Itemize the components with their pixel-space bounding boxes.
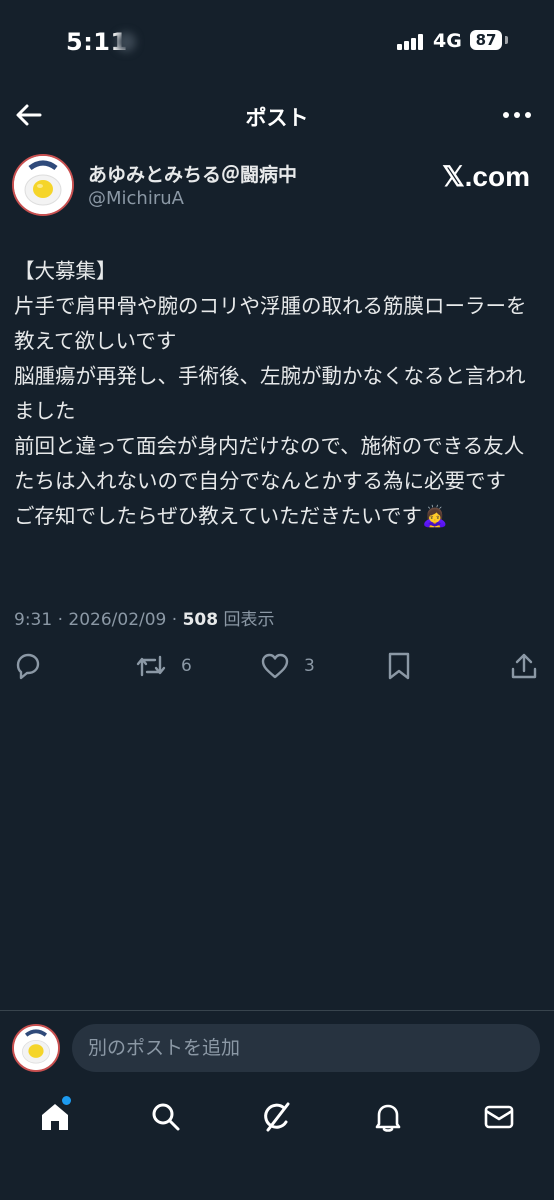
avatar-egg-image bbox=[14, 156, 72, 214]
post-line: 片手で肩甲骨や腕のコリや浮腫の取れる筋膜ローラーを教えて欲しいです bbox=[14, 294, 527, 353]
battery-level: 87 bbox=[475, 31, 497, 49]
post-timestamp: 9:31 · 2026/02/09 · bbox=[14, 610, 183, 630]
nav-messages[interactable] bbox=[482, 1100, 516, 1134]
reply-button[interactable] bbox=[12, 648, 42, 684]
home-icon bbox=[42, 1104, 68, 1130]
heart-icon bbox=[261, 653, 289, 679]
like-count: 3 bbox=[304, 656, 315, 676]
mail-icon bbox=[484, 1105, 514, 1129]
my-avatar bbox=[12, 1024, 60, 1072]
home-badge-dot bbox=[62, 1096, 71, 1105]
post-line: 【大募集】 bbox=[14, 259, 117, 283]
views-count[interactable]: 508 bbox=[183, 610, 219, 630]
post-line: ご存知でしたらぜひ教えていただきたいです🙇‍♀️ bbox=[14, 504, 448, 528]
author-handle[interactable]: @MichiruA bbox=[88, 188, 184, 209]
cellular-signal-icon bbox=[397, 34, 425, 50]
network-type: 4G bbox=[433, 30, 462, 52]
retweet-button[interactable]: 6 bbox=[135, 648, 192, 684]
top-header: ポスト bbox=[0, 90, 554, 140]
nav-home[interactable] bbox=[38, 1100, 72, 1134]
bookmark-icon bbox=[388, 652, 410, 680]
bell-icon bbox=[375, 1104, 401, 1132]
divider bbox=[0, 1010, 554, 1011]
author-avatar[interactable] bbox=[12, 154, 74, 216]
more-dots-icon bbox=[503, 112, 531, 118]
post-text: 【大募集】 片手で肩甲骨や腕のコリや浮腫の取れる筋膜ローラーを教えて欲しいです … bbox=[14, 254, 540, 534]
reply-icon bbox=[16, 653, 40, 680]
post-meta: 9:31 · 2026/02/09 · 508 回表示 bbox=[14, 605, 275, 630]
status-indicator-blurred bbox=[116, 32, 136, 52]
search-icon bbox=[152, 1103, 180, 1131]
nav-grok[interactable] bbox=[260, 1100, 294, 1134]
add-post-input[interactable]: 別のポストを追加 bbox=[72, 1024, 540, 1072]
x-com-badge: 𝕏.com bbox=[442, 161, 530, 192]
post-actions: 6 3 bbox=[0, 648, 554, 684]
retweet-count: 6 bbox=[181, 656, 192, 676]
retweet-icon bbox=[136, 655, 166, 677]
share-button[interactable] bbox=[510, 648, 538, 684]
nav-notifications[interactable] bbox=[371, 1100, 405, 1134]
like-button[interactable]: 3 bbox=[260, 648, 315, 684]
views-label: 回表示 bbox=[218, 610, 275, 630]
bookmark-button[interactable] bbox=[386, 648, 412, 684]
battery-icon: 87 bbox=[470, 30, 502, 50]
page-title: ポスト bbox=[245, 106, 309, 130]
grok-icon bbox=[264, 1102, 290, 1132]
more-button[interactable] bbox=[500, 100, 534, 130]
share-icon bbox=[511, 653, 537, 679]
battery-cap bbox=[505, 36, 508, 44]
nav-search[interactable] bbox=[149, 1100, 183, 1134]
post-line: 脳腫瘍が再発し、手術後、左腕が動かなくなると言われました bbox=[14, 364, 526, 423]
bottom-nav bbox=[0, 1090, 554, 1150]
post-line: 前回と違って面会が身内だけなので、施術のできる友人たちは入れないので自分でなんと… bbox=[14, 434, 525, 493]
avatar-egg-image bbox=[14, 1026, 58, 1070]
status-bar: 5:11 4G 87 bbox=[0, 0, 554, 84]
author-name[interactable]: あゆみとみちる＠闘病中 bbox=[88, 160, 297, 187]
